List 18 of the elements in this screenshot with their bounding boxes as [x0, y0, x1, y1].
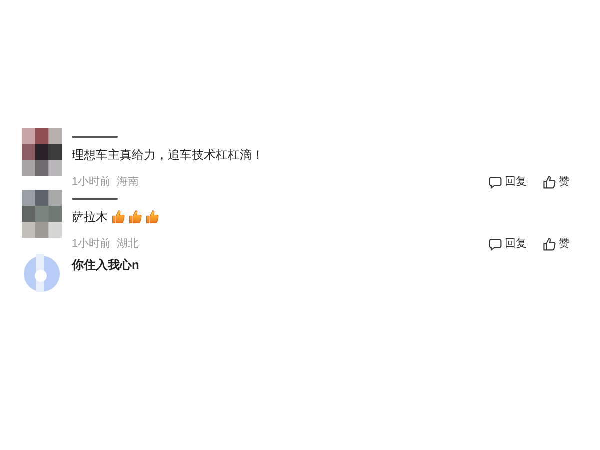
- reply-button[interactable]: 回复: [489, 236, 527, 252]
- thumbs-up-icon: [543, 176, 556, 189]
- thumbs-up-icon: [128, 210, 142, 224]
- comment-text: 理想车主真给力，追车技术杠杠滴！: [72, 147, 264, 164]
- thumbs-up-icon: [145, 210, 159, 224]
- reply-button[interactable]: 回复: [489, 174, 527, 190]
- comment-icon: [489, 238, 502, 251]
- username: 你住入我心n: [72, 257, 140, 274]
- like-button[interactable]: 赞: [543, 236, 570, 252]
- thumbs-up-icon: [111, 210, 125, 224]
- location: 湖北: [117, 237, 140, 252]
- timestamp: 1小时前: [72, 237, 112, 252]
- comment-text: 萨拉木: [72, 209, 108, 226]
- comment-icon: [489, 176, 502, 189]
- location: 海南: [117, 175, 140, 190]
- thumbs-up-icon: [543, 238, 556, 251]
- like-button[interactable]: 赞: [543, 174, 570, 190]
- timestamp: 1小时前: [72, 175, 112, 190]
